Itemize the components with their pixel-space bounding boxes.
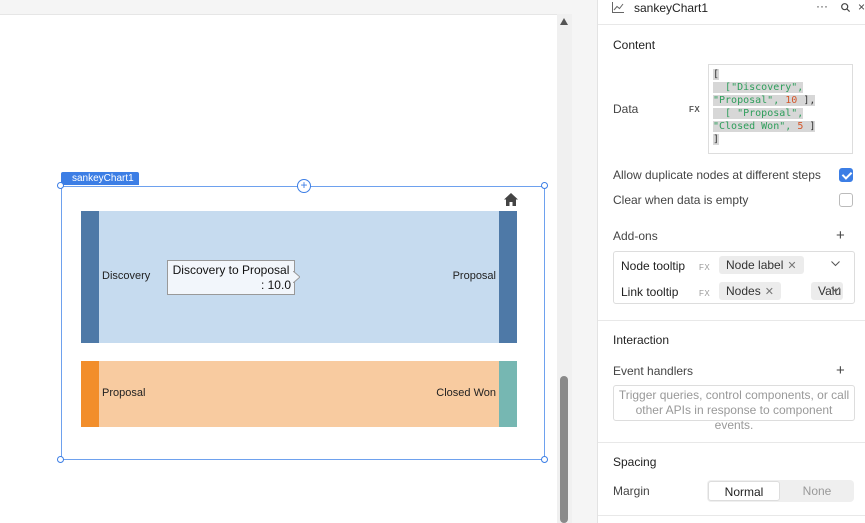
chevron-down-icon[interactable] [831, 285, 840, 294]
home-icon[interactable] [504, 193, 518, 206]
addon-row-node-tooltip[interactable]: Node tooltip FX Node label ✕ [614, 253, 854, 277]
event-handlers-label: Event handlers [613, 364, 694, 378]
clear-when-empty-label: Clear when data is empty [613, 193, 749, 207]
addon-label: Link tooltip [621, 285, 679, 299]
divider [598, 442, 865, 443]
code-token: ] [713, 134, 720, 145]
resize-handle-bottom-left[interactable] [57, 456, 64, 463]
addon-tag[interactable]: Node label ✕ [719, 256, 804, 274]
tag-label: Node label [726, 258, 784, 272]
section-title-content: Content [613, 38, 656, 52]
fx-badge[interactable]: FX [689, 105, 700, 114]
code-token: [ [713, 69, 720, 80]
panel-title[interactable]: sankeyChart1 [634, 1, 708, 15]
addon-row-link-tooltip[interactable]: Link tooltip FX Nodes ✕ Valu [614, 279, 854, 303]
margin-option-none[interactable]: None [781, 481, 853, 501]
divider [598, 320, 865, 321]
scroll-up-arrow-icon[interactable] [560, 18, 568, 25]
addon-tag[interactable]: Nodes ✕ [719, 282, 781, 300]
more-options-icon[interactable]: ··· [816, 0, 828, 13]
divider [598, 515, 865, 516]
data-label: Data [613, 102, 639, 116]
sankey-node-label: Proposal [102, 387, 146, 399]
code-token: 5 [797, 121, 804, 132]
code-token: ] [809, 121, 816, 132]
code-token: 10 [785, 95, 798, 106]
code-token: [ "Proposal", [725, 108, 804, 119]
fx-badge[interactable]: FX [699, 263, 710, 272]
clear-when-empty-checkbox[interactable] [839, 193, 853, 207]
divider [598, 24, 865, 25]
margin-option-normal[interactable]: Normal [708, 481, 780, 501]
code-token: ], [803, 95, 816, 106]
tooltip-line: Discovery to Proposal [172, 263, 290, 277]
add-above-plus-icon[interactable]: + [297, 179, 311, 193]
sankey-node[interactable] [499, 361, 517, 427]
data-code-editor[interactable]: [ ["Discovery", "Proposal", 10 ], [ "Pro… [708, 64, 853, 154]
sankey-tooltip: Discovery to Proposal : 10.0 [167, 260, 295, 295]
chevron-down-icon[interactable] [831, 259, 840, 268]
resize-handle-bottom-right[interactable] [541, 456, 548, 463]
tooltip-arrow-icon [293, 271, 300, 283]
event-handlers-empty-state[interactable]: Trigger queries, control components, or … [613, 385, 855, 432]
section-title-spacing: Spacing [613, 455, 657, 469]
tag-label: Nodes [726, 284, 761, 298]
canvas: sankeyChart1 + Discovery Proposal Propos… [0, 0, 597, 523]
line-chart-icon [612, 2, 624, 13]
tag-remove-icon[interactable]: ✕ [787, 260, 796, 272]
close-icon[interactable]: × [858, 0, 865, 14]
addons-title: Add-ons [613, 229, 658, 243]
panel-header: sankeyChart1 ··· × [598, 0, 865, 16]
inspector-panel: sankeyChart1 ··· × Content Data FX [ ["D… [597, 0, 865, 523]
margin-label: Margin [613, 484, 650, 498]
canvas-scrollbar[interactable] [557, 14, 572, 523]
sankey-node-label: Proposal [452, 270, 496, 282]
add-addon-plus-icon[interactable]: + [836, 227, 845, 244]
tooltip-line: : 10.0 [260, 278, 291, 292]
addons-list: Node tooltip FX Node label ✕ Link tooltip… [613, 251, 855, 304]
code-token: "Closed Won", [713, 121, 792, 132]
tag-remove-icon[interactable]: ✕ [765, 286, 774, 298]
search-icon[interactable] [841, 3, 850, 12]
scroll-thumb[interactable] [560, 376, 568, 523]
resize-handle-top-right[interactable] [541, 182, 548, 189]
code-token: "Proposal", [713, 95, 780, 106]
section-title-interaction: Interaction [613, 333, 670, 347]
code-token: ["Discovery", [725, 82, 804, 93]
sankey-node[interactable] [81, 361, 99, 427]
sankey-node[interactable] [81, 211, 99, 343]
allow-duplicate-checkbox[interactable] [839, 168, 853, 182]
fx-badge[interactable]: FX [699, 289, 710, 298]
margin-segmented-control[interactable]: Normal None [707, 480, 854, 502]
add-event-handler-plus-icon[interactable]: + [836, 362, 845, 379]
addon-label: Node tooltip [621, 259, 686, 273]
resize-handle-top-left[interactable] [57, 182, 64, 189]
component-name-tag[interactable]: sankeyChart1 [61, 172, 139, 185]
sankey-node-label: Discovery [102, 270, 151, 282]
allow-duplicate-label: Allow duplicate nodes at different steps [613, 168, 821, 182]
sankey-chart: Discovery Proposal Proposal Closed Won [80, 210, 518, 430]
sankey-node-label: Closed Won [436, 387, 496, 399]
sankey-node[interactable] [499, 211, 517, 343]
